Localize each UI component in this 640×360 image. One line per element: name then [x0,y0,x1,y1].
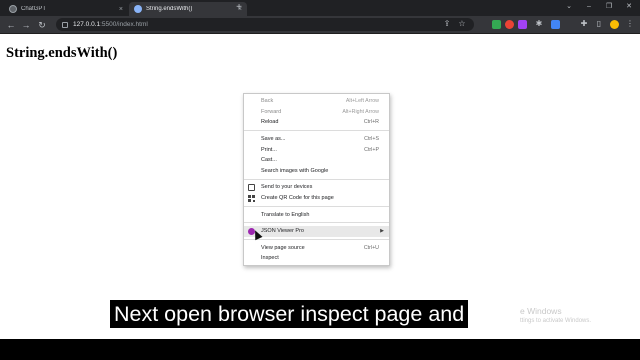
menu-item-search-images[interactable]: Search images with Google [244,166,389,177]
tab-chatgpt[interactable]: ChatGPT × [4,2,128,16]
extension-icon-purple[interactable] [518,20,527,29]
tab-strip: ChatGPT × String.endsWith() × + ⌄ – ❐ ✕ [0,0,640,16]
menu-item-send-to-devices[interactable]: Send to your devices [244,182,389,193]
qr-code-icon [248,194,255,202]
share-icon[interactable]: ⇪ [441,18,453,30]
tab-close-icon[interactable]: × [119,6,123,13]
menu-item-create-qr[interactable]: Create QR Code for this page [244,193,389,204]
address-url: 127.0.0.1:5500/index.html [73,21,148,28]
menu-item-print[interactable]: Print... Ctrl+P [244,144,389,155]
menu-separator [244,130,389,132]
activation-watermark-subtitle: ttings to activate Windows. [520,318,592,324]
back-arrow-icon[interactable]: ← [5,19,17,31]
tab-title: String.endsWith() [146,6,193,12]
video-caption: Next open browser inspect page and [110,300,469,328]
devices-icon [248,184,255,192]
letterbox-bar [0,339,640,360]
menu-item-view-source[interactable]: View page source Ctrl+U [244,243,389,254]
restore-icon[interactable]: ❐ [600,0,618,14]
chatgpt-favicon-icon [9,5,17,13]
page-title: String.endsWith() [6,45,118,61]
submenu-arrow-icon: ▶ [380,228,384,235]
address-bar[interactable]: 127.0.0.1:5500/index.html [56,18,474,31]
menu-separator [244,222,389,224]
site-info-icon[interactable] [62,21,68,28]
extension-icon-green[interactable] [492,20,501,29]
menu-item-forward[interactable]: Forward Alt+Right Arrow [244,107,389,118]
extension-icon-gear[interactable]: ✱ [533,18,545,30]
context-menu: Back Alt+Left Arrow Forward Alt+Right Ar… [243,93,390,266]
page-favicon-icon [134,5,142,13]
menu-separator [244,239,389,241]
menu-item-reload[interactable]: Reload Ctrl+R [244,117,389,128]
close-window-icon[interactable]: ✕ [620,0,638,14]
extension-icon-red[interactable] [505,20,514,29]
tab-title: ChatGPT [21,6,47,12]
menu-item-back[interactable]: Back Alt+Left Arrow [244,96,389,107]
menu-separator [244,178,389,180]
reload-icon[interactable]: ↻ [36,19,48,31]
menu-kebab-icon[interactable]: ⋮ [624,18,636,30]
extension-icon-blue[interactable] [551,20,560,29]
forward-arrow-icon[interactable]: → [20,19,32,31]
menu-item-save-as[interactable]: Save as... Ctrl+S [244,134,389,145]
browser-toolbar: ← → ↻ 127.0.0.1:5500/index.html ⇪ ☆ ✱ ✚ … [0,16,640,34]
menu-item-translate[interactable]: Translate to English [244,209,389,220]
sidebar-icon[interactable]: ▯ [593,18,605,30]
menu-item-cast[interactable]: Cast... [244,155,389,166]
profile-avatar[interactable] [610,20,619,29]
new-tab-button[interactable]: + [233,2,245,14]
menu-item-json-viewer-pro[interactable]: JSON Viewer Pro ▶ [244,225,389,237]
minimize-icon[interactable]: – [580,0,598,14]
activation-watermark-title: e Windows [520,306,562,316]
tab-search-icon[interactable]: ⌄ [560,0,578,14]
tab-string-endswith[interactable]: String.endsWith() × [129,2,247,16]
puzzle-icon[interactable]: ✚ [578,18,590,30]
menu-item-inspect[interactable]: Inspect [244,253,389,264]
star-icon[interactable]: ☆ [456,18,468,30]
menu-separator [244,205,389,207]
